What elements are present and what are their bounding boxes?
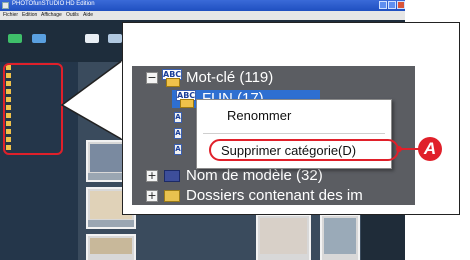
annotation-badge: A [418, 137, 442, 161]
toolbar-print-icon[interactable] [85, 34, 99, 43]
rename-menu-item[interactable]: Renommer [227, 108, 291, 123]
thumbnail[interactable] [320, 214, 360, 260]
window-title: PHOTOfunSTUDIO HD Edition [12, 1, 95, 7]
expand-icon[interactable]: + [146, 190, 158, 202]
minimize-button[interactable] [379, 1, 387, 9]
close-button[interactable] [397, 1, 405, 9]
folders-node-label: Dossiers contenant des im [186, 187, 363, 204]
menu-view[interactable]: Affichage [41, 12, 62, 18]
menu-help[interactable]: Aide [83, 12, 93, 18]
menu-bar: Fichier Edition Affichage Outils Aide [0, 11, 405, 20]
folder-icon [164, 190, 180, 202]
thumbnail[interactable] [256, 214, 311, 260]
model-node[interactable]: + Nom de modèle (32) [132, 166, 415, 186]
folders-node[interactable]: + Dossiers contenant des im [132, 186, 415, 205]
tree-highlight-outline [3, 63, 63, 155]
toolbar-forward-icon[interactable] [8, 34, 22, 43]
keyword-node-label: Mot-clé (119) [186, 69, 274, 86]
pointer-line [399, 148, 419, 150]
delete-highlight-outline [209, 139, 399, 161]
window-controls [379, 1, 405, 9]
toolbar-back-icon[interactable] [32, 34, 46, 43]
maximize-button[interactable] [388, 1, 396, 9]
menu-divider [203, 133, 385, 134]
keyword-icon: ABC [176, 90, 196, 108]
title-bar: PHOTOfunSTUDIO HD Edition [0, 0, 405, 11]
menu-file[interactable]: Fichier [3, 12, 18, 18]
app-icon [2, 2, 9, 9]
thumbnail[interactable] [86, 234, 136, 260]
keyword-node[interactable]: − ABC Mot-clé (119) [132, 68, 415, 88]
menu-tools[interactable]: Outils [66, 12, 79, 18]
menu-edit[interactable]: Edition [22, 12, 37, 18]
expand-icon[interactable]: + [146, 170, 158, 182]
keyword-icon: A [174, 128, 182, 139]
keyword-icon: A [174, 144, 182, 155]
model-node-label: Nom de modèle (32) [186, 167, 323, 184]
collapse-icon[interactable]: − [146, 72, 158, 84]
camera-icon [164, 170, 180, 182]
keyword-icon: ABC [162, 69, 182, 87]
toolbar-edit-icon[interactable] [108, 34, 122, 43]
keyword-icon: A [174, 112, 182, 123]
